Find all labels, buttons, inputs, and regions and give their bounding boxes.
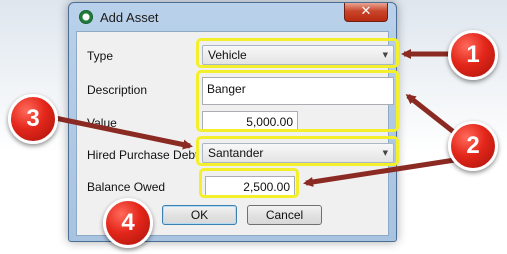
arrow-2-lower (303, 157, 456, 187)
callout-2: 2 (448, 121, 498, 171)
arrow-2-upper (405, 94, 457, 135)
callout-4: 4 (103, 198, 153, 248)
callout-3: 3 (8, 94, 58, 144)
annotation-arrows (54, 49, 457, 187)
callout-1: 1 (448, 30, 498, 80)
arrow-3 (54, 115, 193, 150)
